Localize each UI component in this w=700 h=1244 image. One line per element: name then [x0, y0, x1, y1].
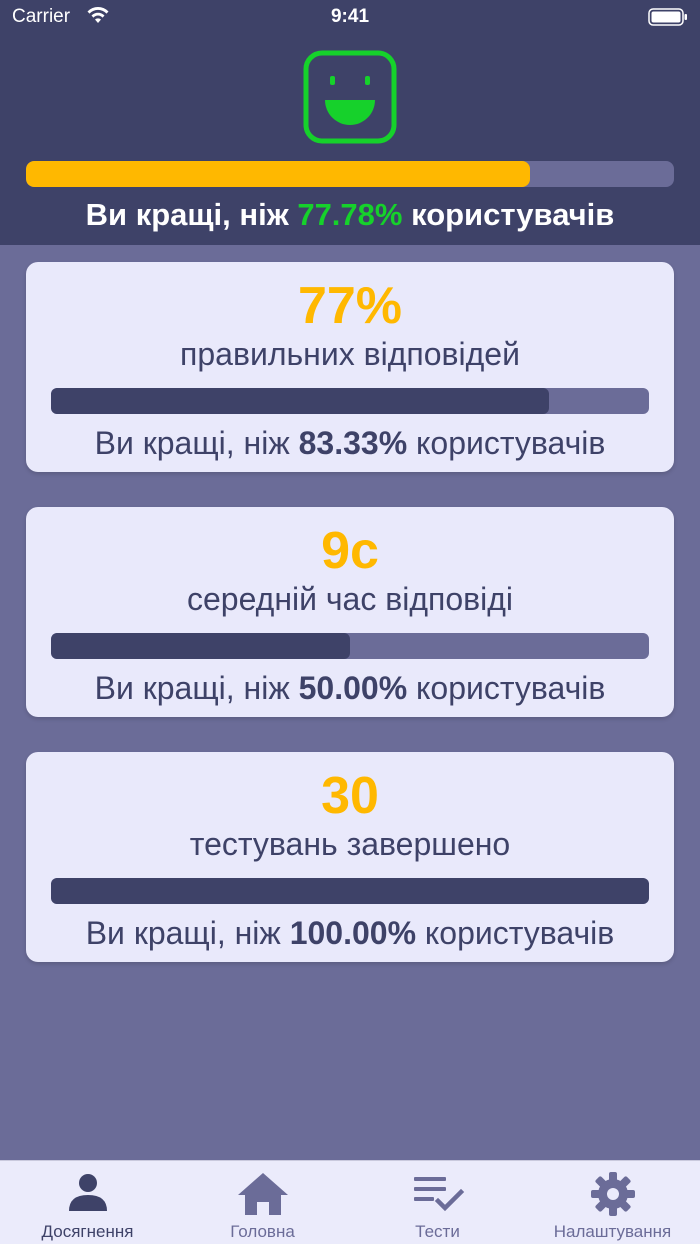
overall-ranking-percent: 77.78% [297, 197, 403, 232]
header: Carrier 9:41 Ви кращі, ніж 77.78% корист… [0, 0, 700, 245]
card-ranking-text: Ви кращі, ніж 50.00% користувачів [26, 670, 674, 707]
card-ranking-suffix: користувачів [416, 915, 615, 951]
person-icon [68, 1174, 107, 1211]
card-progress-bar [51, 633, 649, 659]
battery-icon [648, 8, 687, 26]
overall-ranking-suffix: користувачів [402, 197, 615, 232]
overall-ranking-text: Ви кращі, ніж 77.78% користувачів [0, 197, 700, 233]
card-progress-fill [51, 878, 649, 904]
card-progress-bar [51, 878, 649, 904]
checklist-icon [413, 1177, 464, 1212]
card-ranking-suffix: користувачів [407, 425, 606, 461]
card-progress-fill [51, 633, 350, 659]
correct-answers-card: 77% правильних відповідей Ви кращі, ніж … [26, 262, 674, 472]
card-ranking-text: Ви кращі, ніж 83.33% користувачів [26, 425, 674, 462]
card-ranking-percent: 83.33% [298, 425, 408, 461]
clock: 9:41 [330, 6, 370, 27]
card-ranking-percent: 100.00% [289, 915, 417, 951]
card-value: 9с [321, 522, 379, 580]
overall-progress-fill [26, 161, 530, 187]
card-value: 77% [297, 277, 403, 335]
card-ranking-percent: 50.00% [298, 670, 408, 706]
tab-tests[interactable]: Тести [350, 1161, 525, 1244]
card-ranking-suffix: користувачів [407, 670, 606, 706]
overall-ranking-prefix: Ви кращі, ніж [85, 197, 298, 232]
card-ranking-text: Ви кращі, ніж 100.00% користувачів [26, 915, 674, 952]
card-label: правильних відповідей [180, 336, 520, 372]
card-progress-fill [51, 388, 550, 414]
card-value: 30 [321, 767, 379, 825]
average-time-card: 9с середній час відповіді Ви кращі, ніж … [26, 507, 674, 717]
tab-home[interactable]: Головна [175, 1161, 350, 1244]
home-icon [237, 1173, 288, 1215]
tab-label: Досягнення [41, 1222, 134, 1241]
status-bar: Carrier 9:41 [0, 0, 700, 36]
overall-progress-bar [26, 161, 674, 187]
tab-label: Налаштування [553, 1222, 672, 1241]
card-ranking-prefix: Ви кращі, ніж [94, 670, 299, 706]
tab-bar: Досягнення Головна Тести Налаштування [0, 1160, 700, 1244]
gear-icon [590, 1172, 635, 1216]
card-ranking-prefix: Ви кращі, ніж [94, 425, 299, 461]
card-label: тестувань завершено [189, 826, 511, 862]
tab-label: Головна [230, 1222, 295, 1241]
tab-settings[interactable]: Налаштування [525, 1161, 700, 1244]
smiley-face-icon [303, 50, 397, 144]
tab-label: Тести [415, 1222, 460, 1241]
card-label: середній час відповіді [186, 581, 514, 617]
tests-completed-card: 30 тестувань завершено Ви кращі, ніж 100… [26, 752, 674, 962]
card-progress-bar [51, 388, 649, 414]
card-ranking-prefix: Ви кращі, ніж [85, 915, 290, 951]
tab-achievements[interactable]: Досягнення [0, 1161, 175, 1244]
